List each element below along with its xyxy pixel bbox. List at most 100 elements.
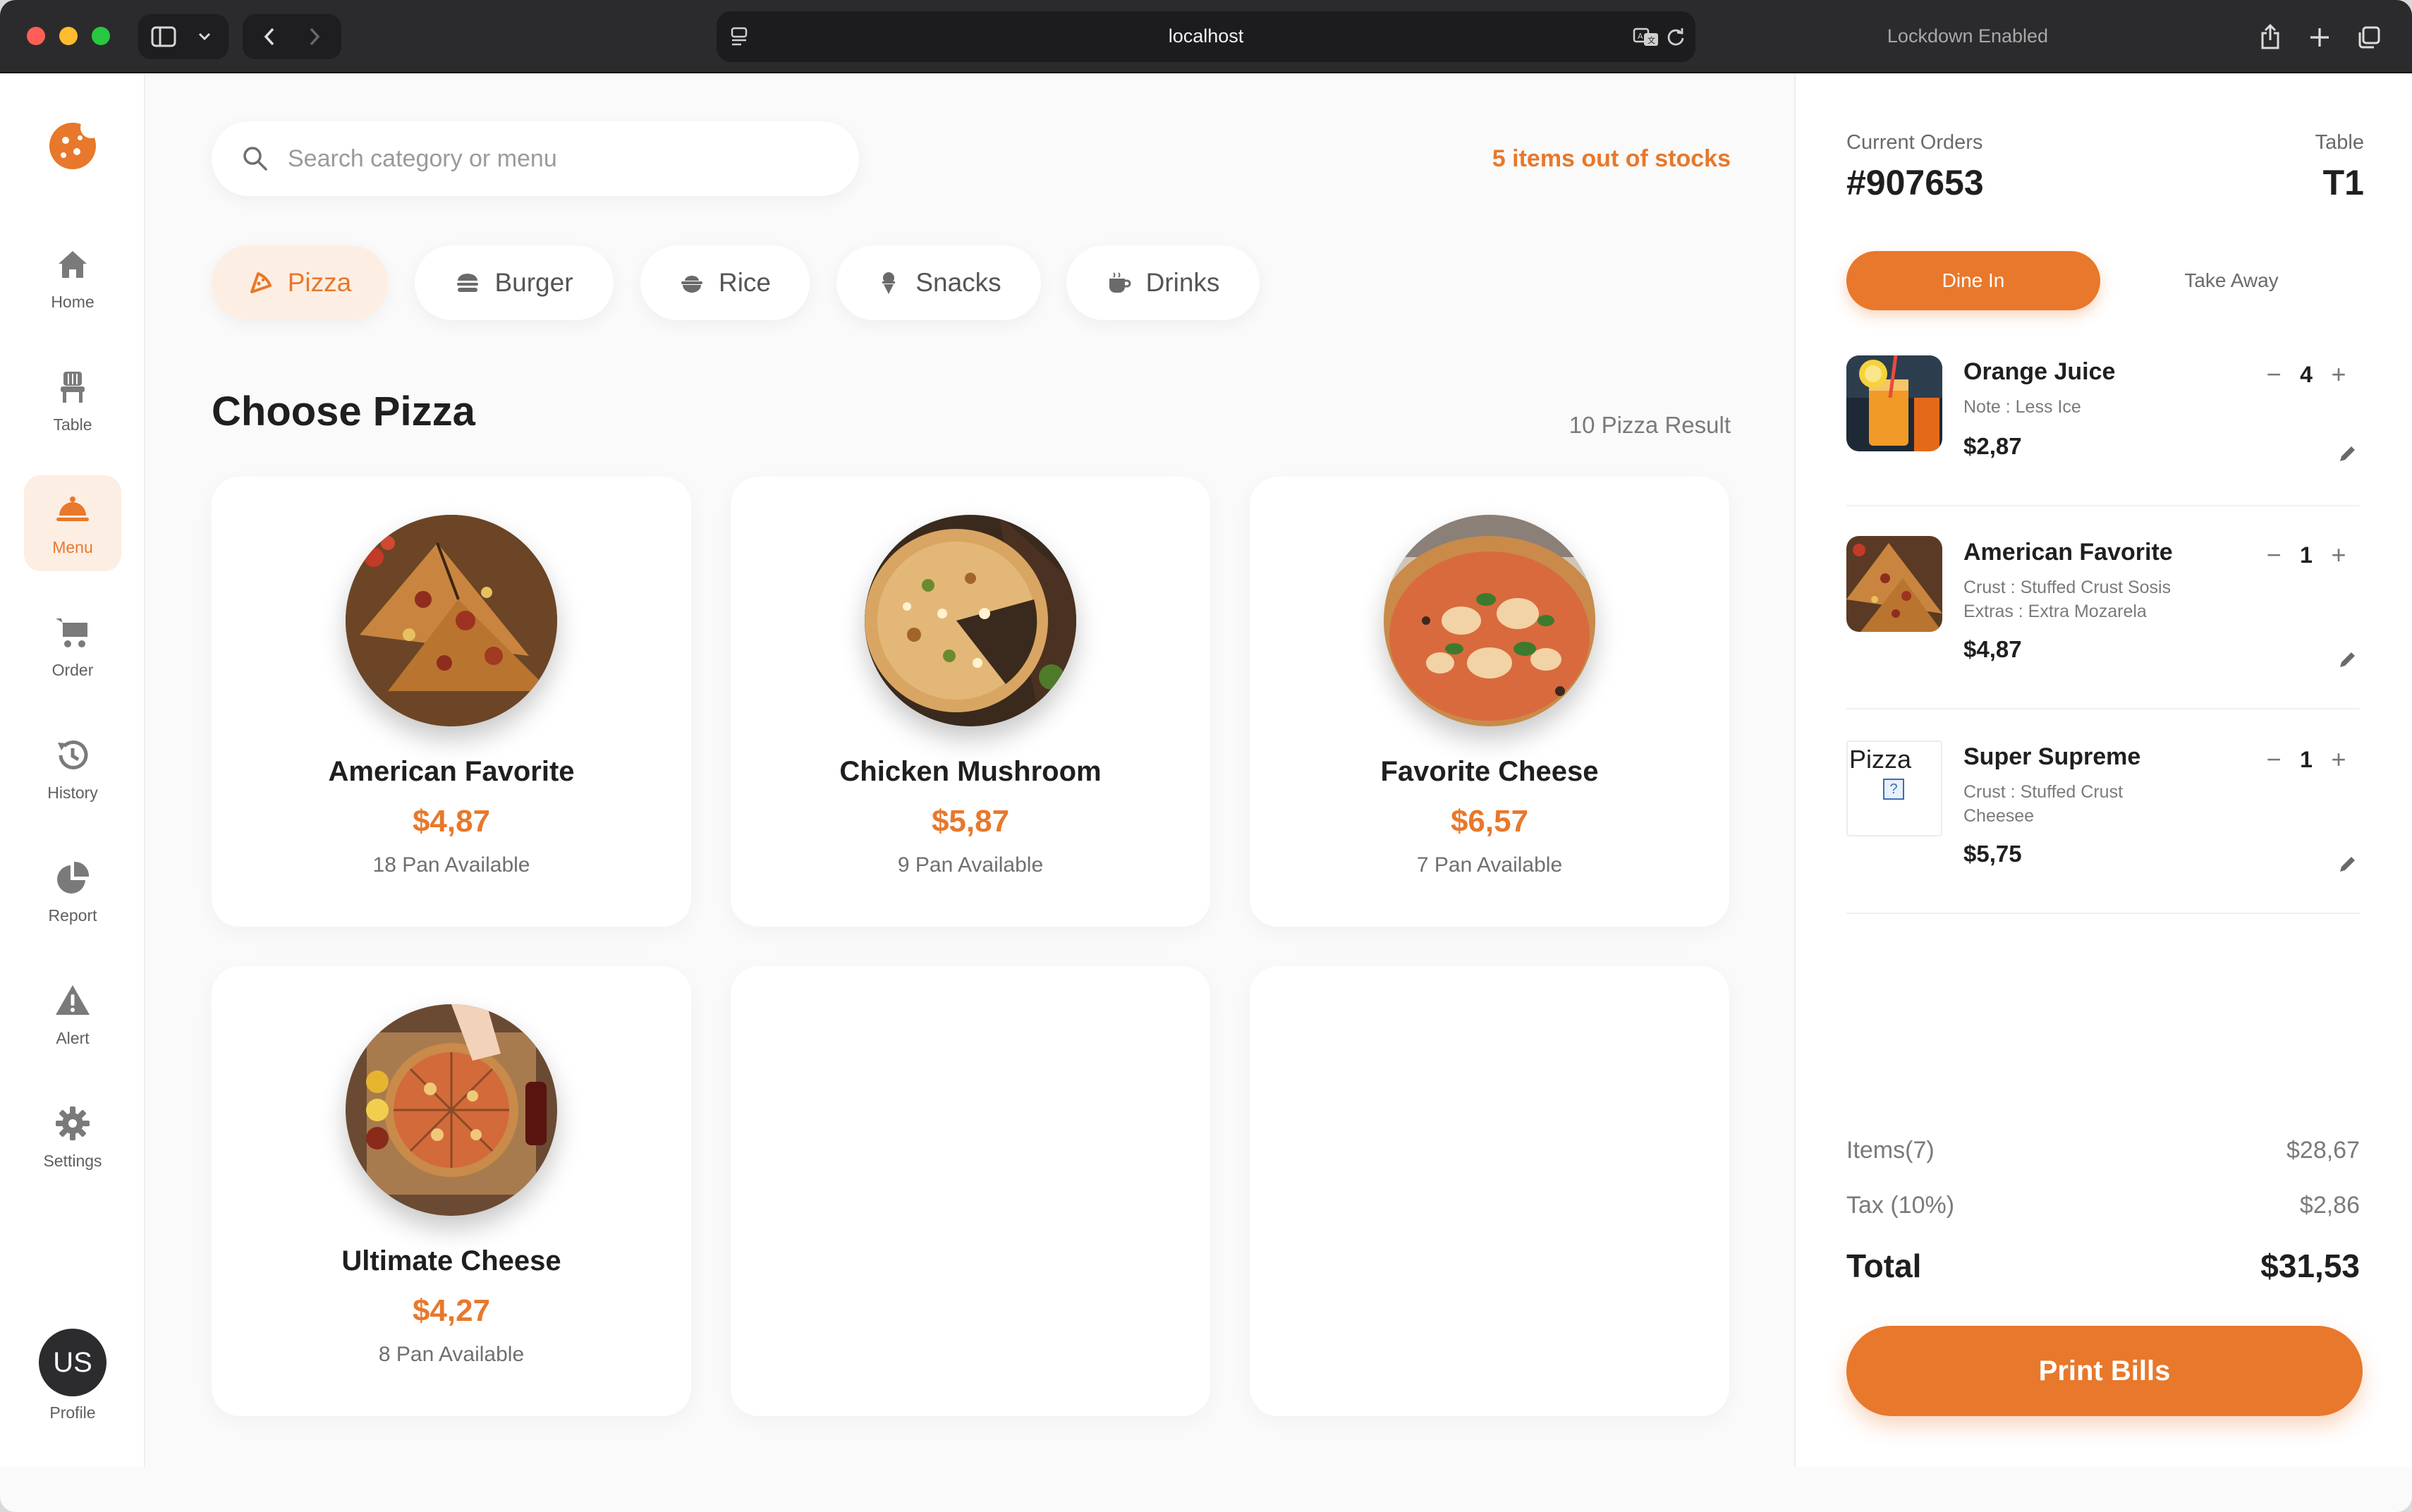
avatar[interactable]: US xyxy=(39,1329,106,1396)
search-input[interactable] xyxy=(288,142,824,175)
items-subtotal-value: $28,67 xyxy=(2286,1137,2360,1164)
out-of-stock-notice[interactable]: 5 items out of stocks xyxy=(1492,145,1731,173)
order-type-toggle: Dine In Take Away xyxy=(1846,251,2360,310)
history-nav-group xyxy=(243,14,341,59)
tab-snacks[interactable]: Snacks xyxy=(836,245,1041,320)
sidebar-item-label: History xyxy=(47,783,98,802)
sidebar-item-alert[interactable]: Alert xyxy=(24,966,121,1062)
edit-icon[interactable] xyxy=(2334,441,2360,467)
take-away-button[interactable]: Take Away xyxy=(2103,251,2360,310)
menu-card[interactable]: Ultimate Cheese $4,27 8 Pan Available xyxy=(212,966,691,1416)
menu-item-name: Favorite Cheese xyxy=(1380,756,1599,787)
sidebar-item-table[interactable]: Table xyxy=(24,353,121,449)
order-item-note: Crust : Stuffed Crust Sosis xyxy=(1963,578,2172,597)
svg-text:A: A xyxy=(1638,32,1643,41)
sidebar-item-label: Settings xyxy=(43,1151,102,1170)
menu-card[interactable]: Chicken Mushroom $5,87 9 Pan Available xyxy=(731,477,1210,927)
ice-cream-icon xyxy=(882,272,896,294)
pizza-photo xyxy=(346,1004,557,1216)
order-number: #907653 xyxy=(1846,163,1984,202)
menu-card[interactable]: American Favorite $4,87 18 Pan Available xyxy=(212,477,691,927)
sidebar-toggle-icon[interactable] xyxy=(148,23,179,51)
svg-text:文: 文 xyxy=(1647,35,1655,45)
edit-icon[interactable] xyxy=(2334,852,2360,877)
tab-drinks[interactable]: Drinks xyxy=(1066,245,1260,320)
quantity-value: 1 xyxy=(2300,542,2313,568)
translate-icon[interactable]: A文 xyxy=(1631,23,1662,51)
menu-item-stock: 7 Pan Available xyxy=(1416,853,1563,877)
quantity-value: 1 xyxy=(2300,746,2313,772)
total-label: Total xyxy=(1846,1248,1922,1284)
warning-icon xyxy=(56,984,90,1015)
sidebar-item-history[interactable]: History xyxy=(24,721,121,817)
order-item: Pizza ? Super Supreme Crust : Stuffed Cr… xyxy=(1846,740,2360,914)
broken-image-icon: ? xyxy=(1883,779,1904,800)
app-window: localhost A文 Lockdown Enabled Home Table… xyxy=(0,0,2412,1512)
sidebar-item-menu[interactable]: Menu xyxy=(24,475,121,571)
quantity-stepper: − 1 + xyxy=(2260,540,2353,570)
order-item-name: Super Supreme xyxy=(1963,743,2141,770)
menu-card[interactable]: Favorite Cheese $6,57 7 Pan Available xyxy=(1250,477,1729,927)
total-row: Total $31,53 xyxy=(1846,1247,2360,1285)
increase-quantity-button[interactable]: + xyxy=(2325,745,2353,774)
reload-icon[interactable] xyxy=(1662,23,1690,51)
print-bills-button[interactable]: Print Bills xyxy=(1846,1326,2363,1416)
close-window-button[interactable] xyxy=(27,27,45,45)
chevron-down-icon[interactable] xyxy=(190,23,219,51)
tab-pizza[interactable]: Pizza xyxy=(212,245,388,320)
app-logo[interactable] xyxy=(49,117,102,169)
increase-quantity-button[interactable]: + xyxy=(2325,360,2353,389)
menu-item-price: $5,87 xyxy=(931,804,1010,839)
current-order-panel: Current Orders Table #907653 T1 Dine In … xyxy=(1794,73,2412,1467)
order-item-thumbnail xyxy=(1846,536,1942,632)
order-item-note: Extras : Extra Mozarela xyxy=(1963,602,2147,621)
menu-item-price: $6,57 xyxy=(1450,804,1529,839)
sidebar-item-label: Order xyxy=(51,660,94,679)
order-item-note: Crust : Stuffed Crust xyxy=(1963,782,2124,802)
decrease-quantity-button[interactable]: − xyxy=(2260,360,2288,389)
new-tab-icon[interactable] xyxy=(2303,21,2336,54)
order-item-price: $5,75 xyxy=(1963,841,2022,867)
search-bar xyxy=(212,121,859,196)
menu-item-name: Ultimate Cheese xyxy=(341,1245,561,1276)
sidebar: Home Table Menu Order History Report Ale… xyxy=(0,73,145,1467)
chair-icon xyxy=(61,371,85,403)
dine-in-button[interactable]: Dine In xyxy=(1846,251,2100,310)
pizza-photo xyxy=(346,515,557,726)
pizza-photo xyxy=(865,515,1076,726)
zoom-window-button[interactable] xyxy=(92,27,110,45)
section-title: Choose Pizza xyxy=(212,389,475,434)
sidebar-item-label: Home xyxy=(51,292,95,311)
order-item-thumbnail xyxy=(1846,355,1942,451)
address-text: localhost xyxy=(1168,25,1244,47)
sidebar-item-report[interactable]: Report xyxy=(24,843,121,939)
tab-label: Rice xyxy=(718,268,772,297)
current-orders-label: Current Orders xyxy=(1846,131,1983,154)
decrease-quantity-button[interactable]: − xyxy=(2260,745,2288,774)
sidebar-item-label: Menu xyxy=(52,537,93,556)
sidebar-item-label: Alert xyxy=(56,1028,90,1047)
forward-button[interactable] xyxy=(300,23,329,51)
profile-label[interactable]: Profile xyxy=(24,1403,121,1422)
order-item-name: American Favorite xyxy=(1963,539,2173,566)
tab-rice[interactable]: Rice xyxy=(640,245,810,320)
sidebar-item-home[interactable]: Home xyxy=(24,230,121,326)
sidebar-item-order[interactable]: Order xyxy=(24,598,121,694)
result-count: 10 Pizza Result xyxy=(1569,412,1731,438)
increase-quantity-button[interactable]: + xyxy=(2325,540,2353,570)
tab-burger[interactable]: Burger xyxy=(415,245,614,320)
address-bar[interactable]: localhost A文 xyxy=(717,11,1695,62)
decrease-quantity-button[interactable]: − xyxy=(2260,540,2288,570)
home-icon xyxy=(59,250,87,278)
tab-overview-icon[interactable] xyxy=(2353,21,2385,54)
pizza-photo xyxy=(1384,515,1595,726)
share-icon[interactable] xyxy=(2254,20,2286,54)
sidebar-item-settings[interactable]: Settings xyxy=(24,1089,121,1185)
tab-label: Drinks xyxy=(1145,268,1220,297)
quantity-stepper: − 4 + xyxy=(2260,360,2353,389)
items-subtotal-row: Items(7) $28,67 xyxy=(1846,1137,2360,1164)
back-button[interactable] xyxy=(255,23,284,51)
minimize-window-button[interactable] xyxy=(59,27,78,45)
edit-icon[interactable] xyxy=(2334,647,2360,673)
total-value: $31,53 xyxy=(2260,1248,2360,1284)
